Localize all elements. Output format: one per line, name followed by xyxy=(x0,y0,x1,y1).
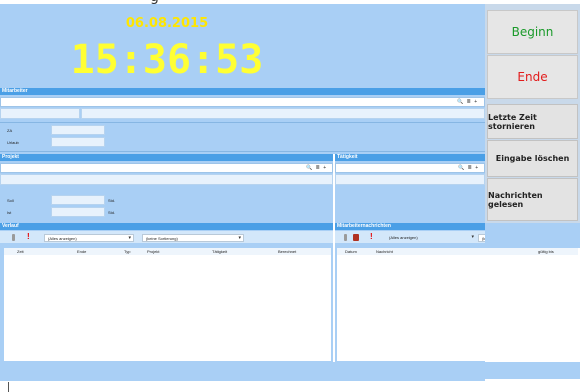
soll-label: Soll xyxy=(7,198,14,203)
mitarbeiter-header: Mitarbeiter xyxy=(0,88,485,95)
verlauf-header: Verlauf xyxy=(0,223,333,230)
verlauf-filter-select[interactable]: (Alles anzeigen) ▾ xyxy=(44,234,134,242)
clock-date: 06.08.2015 xyxy=(125,16,209,31)
urlaub-field xyxy=(51,137,105,147)
za-label: ZA xyxy=(7,128,13,133)
mitarbeiter-field-icons[interactable]: 🔍 ≣ + xyxy=(457,98,478,106)
projekt-input[interactable] xyxy=(0,163,333,173)
ende-button[interactable]: Ende xyxy=(487,55,578,99)
mitarbeiter-input[interactable] xyxy=(0,97,485,107)
mitarbeiter-info-left xyxy=(0,108,80,119)
nachrichten-gelesen-button[interactable]: Nachrichten gelesen xyxy=(487,178,578,221)
za-field xyxy=(51,125,105,135)
nachrichten-list[interactable] xyxy=(337,248,578,361)
verlauf-sort-value: (keine Sortierung) xyxy=(146,236,178,241)
nachrichten-col-gueltig-bis[interactable]: gültig bis xyxy=(538,249,554,255)
letzte-zeit-stornieren-button[interactable]: Letzte Zeit stornieren xyxy=(487,104,578,139)
beginn-button[interactable]: Beginn xyxy=(487,10,578,54)
chevron-down-icon: ▾ xyxy=(471,234,474,240)
verlauf-flag-icon[interactable]: ! xyxy=(27,232,30,241)
bottom-band xyxy=(0,362,580,379)
ist-field xyxy=(51,207,105,217)
soll-unit: Std. xyxy=(108,198,116,203)
nachrichten-flag-icon[interactable]: ! xyxy=(370,232,373,241)
verlauf-col-berechnet[interactable]: Berechnet xyxy=(278,249,296,255)
verlauf-col-typ[interactable]: Typ xyxy=(124,249,130,255)
nachrichten-col-nachricht[interactable]: Nachricht xyxy=(376,249,393,255)
taetigkeit-header: Tätigkeit xyxy=(335,154,485,161)
nachrichten-pin-icon[interactable] xyxy=(344,234,347,241)
verlauf-col-zeit[interactable]: Zeit xyxy=(17,249,24,255)
mid-separator xyxy=(333,154,335,364)
nachrichten-read-icon[interactable] xyxy=(353,234,359,241)
text-cursor xyxy=(8,382,9,392)
taetigkeit-info xyxy=(335,174,485,185)
projekt-info xyxy=(0,174,333,185)
right-list-frame xyxy=(485,223,580,248)
verlauf-sort-select[interactable]: (keine Sortierung) ▾ xyxy=(142,234,244,242)
soll-field xyxy=(51,195,105,205)
verlauf-list[interactable] xyxy=(4,248,331,361)
verlauf-col-ende[interactable]: Ende xyxy=(77,249,86,255)
mitarbeiter-divider xyxy=(0,122,485,123)
projekt-header: Projekt xyxy=(0,154,333,161)
projekt-field-icons[interactable]: 🔍 ≣ + xyxy=(306,164,327,172)
chevron-down-icon: ▾ xyxy=(238,235,241,241)
clock-time: 15:36:53 xyxy=(70,37,264,83)
verlauf-pin-icon[interactable] xyxy=(12,234,15,241)
eingabe-loeschen-button[interactable]: Eingabe löschen xyxy=(487,140,578,177)
mitarbeiter-divider-bottom xyxy=(0,151,485,152)
nachrichten-filter-select[interactable]: (Alles anzeigen) ▾ xyxy=(386,234,476,242)
nachrichten-header: Mitarbeiternachrichten xyxy=(335,223,485,230)
nachrichten-col-datum[interactable]: Datum xyxy=(345,249,357,255)
verlauf-col-taetigkeit[interactable]: Tätigkeit xyxy=(212,249,227,255)
urlaub-label: Urlaub xyxy=(7,140,19,145)
ist-label: Ist xyxy=(7,210,12,215)
mitarbeiter-info-right xyxy=(81,108,485,119)
taetigkeit-field-icons[interactable]: 🔍 ≣ + xyxy=(458,164,479,172)
ist-unit: Std. xyxy=(108,210,116,215)
chevron-down-icon: ▾ xyxy=(128,235,131,241)
nachrichten-filter-value: (Alles anzeigen) xyxy=(389,235,418,240)
verlauf-filter-value: (Alles anzeigen) xyxy=(48,236,77,241)
verlauf-col-projekt[interactable]: Projekt xyxy=(147,249,159,255)
